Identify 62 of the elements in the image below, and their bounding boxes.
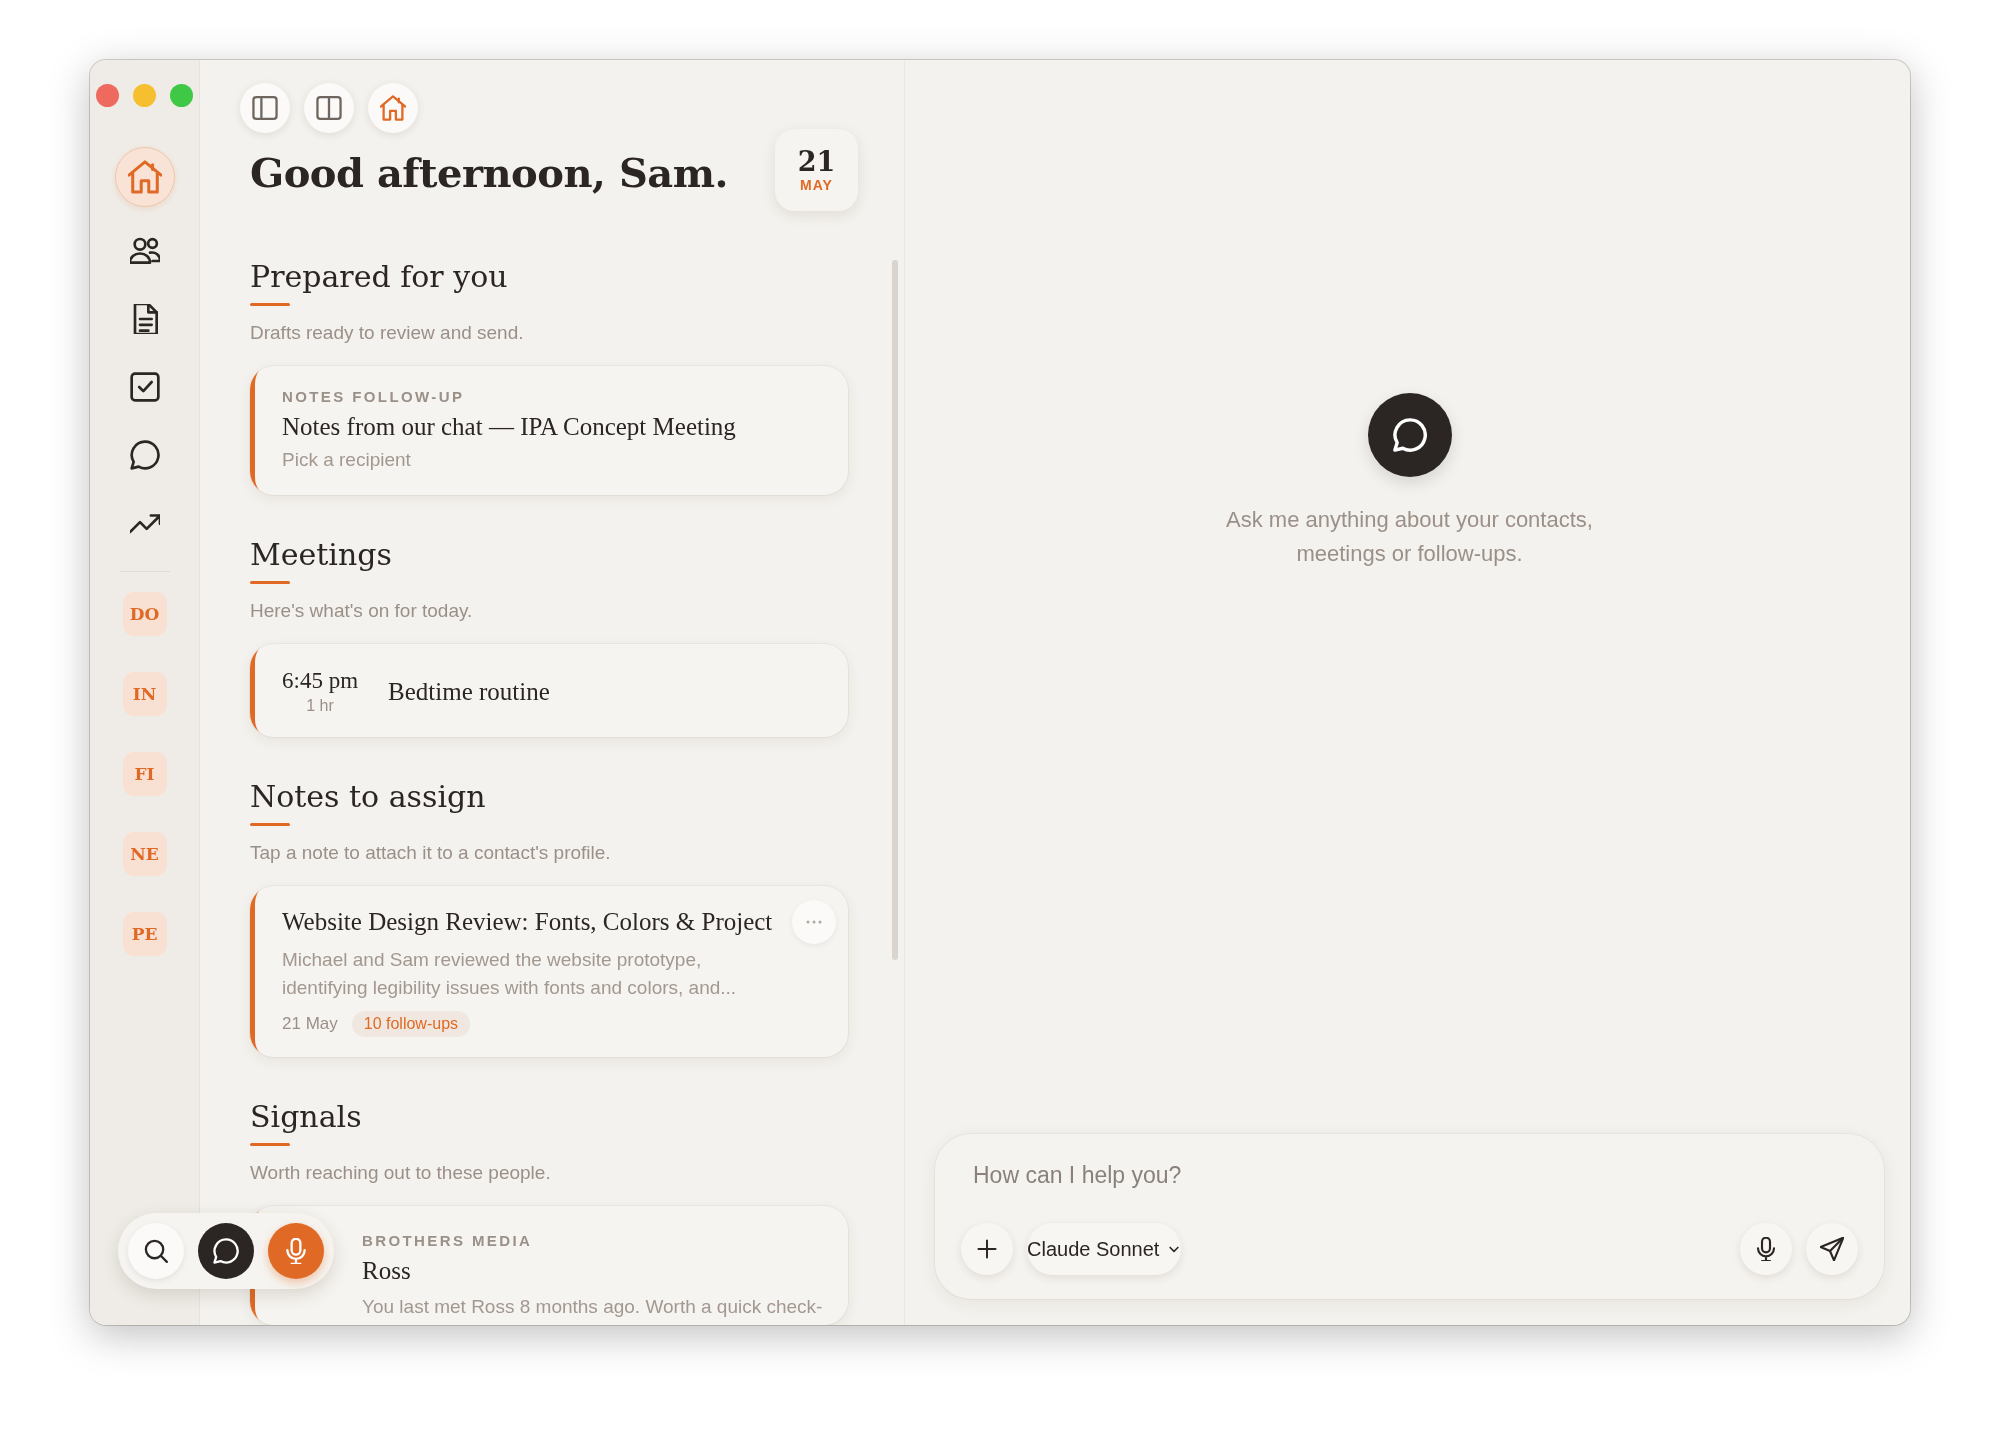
split-view-button[interactable] bbox=[304, 83, 354, 133]
speech-bubble-icon bbox=[1392, 417, 1427, 452]
greeting-heading: Good afternoon, Sam. bbox=[250, 149, 728, 196]
model-selector[interactable]: Claude Sonnet bbox=[1027, 1223, 1182, 1275]
microphone-icon bbox=[283, 1238, 309, 1264]
section-subtitle: Here's what's on for today. bbox=[250, 600, 474, 622]
meeting-title: Bedtime routine bbox=[388, 677, 550, 706]
microphone-icon bbox=[1754, 1237, 1778, 1261]
meeting-duration: 1 hr bbox=[306, 697, 334, 715]
note-summary: Michael and Sam reviewed the website prototype, identifying legibility issues with fonts and colors, and... bbox=[282, 948, 738, 1000]
people-icon bbox=[129, 236, 160, 266]
attach-button[interactable] bbox=[961, 1223, 1013, 1275]
home-icon bbox=[127, 160, 162, 194]
home-button[interactable] bbox=[368, 83, 418, 133]
split-view-icon bbox=[316, 95, 342, 121]
heading-underline bbox=[250, 581, 290, 584]
meeting-time: 6:45 pm bbox=[282, 668, 359, 694]
card-title: Notes from our chat — IPA Concept Meeting bbox=[282, 413, 737, 441]
message-input[interactable]: How can I help you? bbox=[961, 1162, 1858, 1189]
date-month: MAY bbox=[800, 176, 833, 193]
note-title: Website Design Review: Fonts, Colors & Project bbox=[282, 908, 774, 936]
section-subtitle: Worth reaching out to these people. bbox=[250, 1162, 552, 1185]
feed-card[interactable]: NOTES FOLLOW-UP Notes from our chat — IPA Concept Meeting Pick a recipient bbox=[250, 366, 848, 495]
speech-bubble-icon bbox=[129, 440, 160, 470]
search-icon bbox=[143, 1238, 169, 1264]
plus-icon bbox=[976, 1238, 998, 1260]
voice-input-button[interactable] bbox=[1740, 1223, 1792, 1275]
scrollbar-thumb[interactable] bbox=[892, 260, 898, 960]
heading-underline bbox=[250, 823, 290, 826]
microphone-button[interactable] bbox=[268, 1223, 324, 1279]
heading-underline bbox=[250, 303, 290, 306]
feed-card[interactable]: 6:45 pm 1 hr Bedtime routine bbox=[250, 644, 848, 737]
section-heading: Prepared for you bbox=[250, 259, 508, 294]
feed-card[interactable]: Website Design Review: Fonts, Colors & Project Michael and Sam reviewed the website prototype, identifying legibility issues with fonts and colors, and... 21 May 10 follow-ups bbox=[250, 886, 848, 1058]
company-name: BROTHERS MEDIA bbox=[362, 1232, 534, 1250]
section-subtitle: Drafts ready to review and send. bbox=[250, 322, 525, 344]
card-category: NOTES FOLLOW-UP bbox=[282, 388, 466, 405]
sidebar-panel-icon bbox=[252, 95, 278, 121]
send-icon bbox=[1820, 1237, 1844, 1261]
chat-button[interactable] bbox=[198, 1223, 254, 1279]
message-composer[interactable]: How can I help you? Claude Sonnet bbox=[935, 1134, 1884, 1299]
close-window-button[interactable] bbox=[96, 84, 119, 107]
checkbox-icon bbox=[129, 372, 160, 402]
feed-card[interactable]: BROTHERS MEDIA Ross You last met Ross 8 months ago. Worth a quick check- bbox=[250, 1206, 848, 1325]
more-icon bbox=[806, 920, 822, 924]
follow-up-count: 10 follow-ups bbox=[351, 1011, 471, 1038]
chat-prompt: Ask me anything about your contacts, meetings or follow-ups. bbox=[1225, 505, 1594, 568]
send-button[interactable] bbox=[1806, 1223, 1858, 1275]
section-heading: Signals bbox=[250, 1099, 362, 1135]
signal-text: You last met Ross 8 months ago. Worth a quick check- bbox=[362, 1295, 824, 1320]
heading-underline bbox=[250, 1143, 290, 1147]
search-button[interactable] bbox=[128, 1223, 184, 1279]
home-icon bbox=[380, 95, 406, 121]
date-day: 21 bbox=[797, 147, 836, 177]
sidebar-toggle-button[interactable] bbox=[240, 83, 290, 133]
note-date: 21 May bbox=[282, 1014, 338, 1035]
section-subtitle: Tap a note to attach it to a contact's profile. bbox=[250, 842, 612, 864]
section-heading: Notes to assign bbox=[250, 779, 486, 814]
card-detail: Pick a recipient bbox=[282, 449, 412, 471]
section-heading: Meetings bbox=[250, 537, 392, 572]
speech-bubble-icon bbox=[213, 1238, 239, 1264]
contact-name: Ross bbox=[362, 1257, 412, 1286]
